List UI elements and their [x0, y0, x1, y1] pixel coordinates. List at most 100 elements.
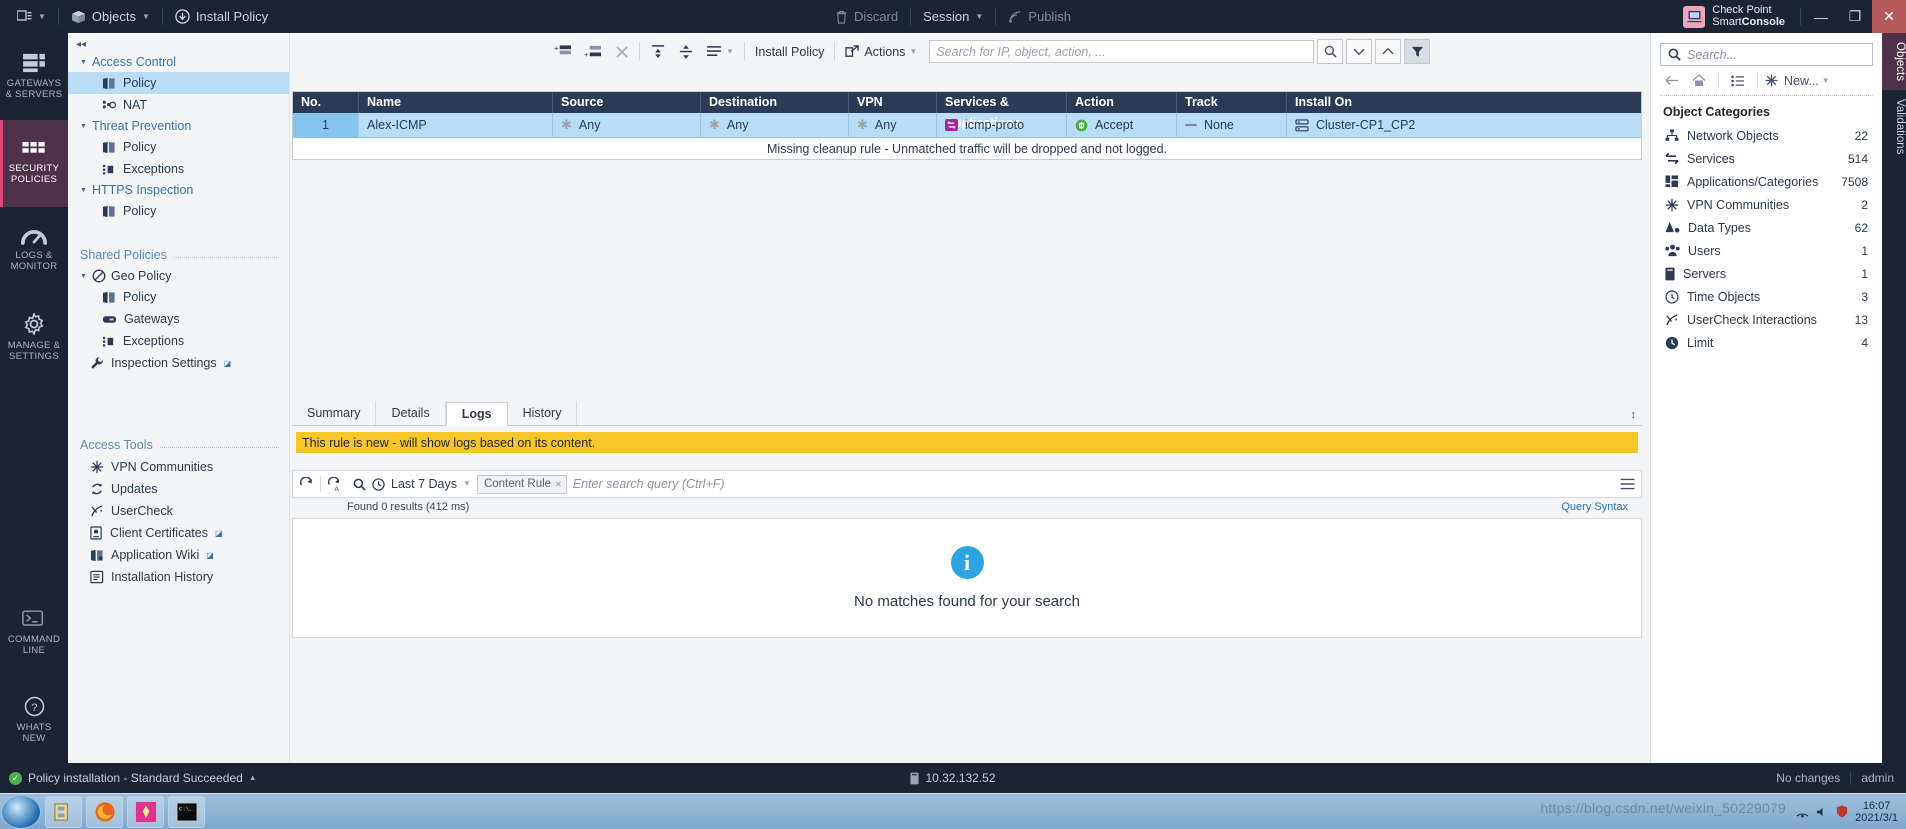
- rail-item-logs-monitor[interactable]: LOGS & MONITOR: [0, 207, 68, 294]
- session-menu-button[interactable]: Session ▼: [914, 4, 992, 29]
- tree-group-https-inspection[interactable]: ▼ HTTPS Inspection: [68, 180, 289, 200]
- tray-volume-icon[interactable]: [1816, 806, 1829, 818]
- category-servers[interactable]: Servers 1: [1651, 262, 1882, 285]
- refresh-logs-icon[interactable]: [299, 475, 314, 492]
- tree-group-access-control[interactable]: ▼ Access Control: [68, 52, 289, 72]
- current-user-label[interactable]: admin: [1861, 771, 1894, 785]
- back-arrow-icon[interactable]: [1660, 75, 1684, 86]
- tree-item-updates[interactable]: Updates: [68, 478, 289, 500]
- close-icon[interactable]: ✕: [555, 480, 562, 489]
- app-menu-button[interactable]: ▼: [8, 4, 55, 29]
- tab-history[interactable]: History: [508, 401, 578, 425]
- col-header-services[interactable]: Services & Applications: [937, 92, 1067, 130]
- tree-item-installation-history[interactable]: Installation History: [68, 566, 289, 588]
- category-users[interactable]: Users 1: [1651, 239, 1882, 262]
- cell-rule-name[interactable]: Alex-ICMP: [359, 113, 553, 137]
- tree-item-access-control-nat[interactable]: NAT: [68, 94, 289, 116]
- tree-item-geo-policy-policy[interactable]: Policy: [68, 286, 289, 308]
- discard-button[interactable]: Discard: [826, 4, 907, 29]
- category-limit[interactable]: Limit 4: [1651, 331, 1882, 354]
- col-header-vpn[interactable]: VPN: [849, 92, 937, 113]
- category-applications-categories[interactable]: Applications/Categories 7508: [1651, 170, 1882, 193]
- auto-refresh-icon[interactable]: A: [327, 475, 343, 493]
- tree-item-threat-prevention-policy[interactable]: Policy: [68, 136, 289, 158]
- col-header-no[interactable]: No.: [293, 92, 359, 113]
- category-usercheck-interactions[interactable]: UserCheck Interactions 13: [1651, 308, 1882, 331]
- rail-item-security-policies[interactable]: SECURITY POLICIES: [0, 120, 68, 207]
- actions-menu-button[interactable]: Actions ▼: [839, 39, 923, 65]
- tree-item-vpn-communities[interactable]: VPN Communities: [68, 456, 289, 478]
- tree-item-inspection-settings[interactable]: Inspection Settings ◪: [68, 352, 289, 374]
- media-taskbar-icon[interactable]: [127, 795, 164, 828]
- category-data-types[interactable]: Data Types 62: [1651, 216, 1882, 239]
- tree-group-threat-prevention[interactable]: ▼ Threat Prevention: [68, 116, 289, 136]
- cell-action[interactable]: Accept: [1067, 113, 1177, 137]
- cmd-taskbar-icon[interactable]: C:\_: [168, 795, 205, 828]
- content-rule-chip[interactable]: Content Rule ✕: [476, 474, 567, 494]
- home-icon[interactable]: [1687, 74, 1711, 87]
- rail-item-command-line[interactable]: COMMAND LINE: [0, 589, 68, 676]
- explorer-taskbar-icon[interactable]: [45, 795, 82, 828]
- col-header-name[interactable]: Name: [359, 92, 553, 113]
- list-view-icon[interactable]: [1726, 75, 1750, 87]
- add-rule-above-button[interactable]: +: [548, 39, 578, 65]
- taskbar-clock[interactable]: 16:07 2021/3/1: [1855, 800, 1898, 824]
- cell-destination[interactable]: ✱ Any: [701, 113, 849, 137]
- rail-item-gateways-servers[interactable]: GATEWAYS & SERVERS: [0, 33, 68, 120]
- firefox-taskbar-icon[interactable]: [86, 795, 123, 828]
- table-row[interactable]: 1 Alex-ICMP ✱ Any ✱ Any ✱ Any icmp-proto: [293, 113, 1641, 137]
- add-rule-below-button[interactable]: +: [578, 39, 608, 65]
- tab-details[interactable]: Details: [376, 401, 446, 425]
- category-services[interactable]: Services 514: [1651, 147, 1882, 170]
- tree-item-https-inspection-policy[interactable]: Policy: [68, 200, 289, 222]
- tree-item-geo-policy-gateways[interactable]: Gateways: [68, 308, 289, 330]
- category-vpn-communities[interactable]: VPN Communities 2: [1651, 193, 1882, 216]
- search-go-button[interactable]: [1317, 39, 1344, 64]
- tree-group-geo-policy[interactable]: ▼ Geo Policy: [68, 266, 289, 286]
- move-down-button[interactable]: [672, 39, 700, 65]
- object-search-input[interactable]: Search...: [1660, 43, 1873, 66]
- tab-logs[interactable]: Logs: [445, 402, 508, 426]
- rail-item-whats-new[interactable]: ? WHATS NEW: [0, 676, 68, 763]
- tree-item-usercheck[interactable]: UserCheck: [68, 500, 289, 522]
- category-network-objects[interactable]: Network Objects 22: [1651, 124, 1882, 147]
- tab-summary[interactable]: Summary: [292, 401, 377, 425]
- rule-search-input[interactable]: Search for IP, object, action, ...: [929, 40, 1315, 63]
- chevron-down-icon[interactable]: ▼: [1822, 76, 1830, 85]
- minimize-button[interactable]: —: [1804, 0, 1838, 33]
- col-header-source[interactable]: Source: [553, 92, 701, 113]
- start-button[interactable]: [1, 794, 41, 829]
- find-prev-button[interactable]: [1375, 39, 1402, 64]
- chevron-down-icon[interactable]: ▼: [463, 480, 471, 488]
- col-header-track[interactable]: Track: [1177, 92, 1287, 113]
- tray-network-icon[interactable]: [1796, 806, 1809, 818]
- vtab-objects[interactable]: Objects: [1882, 33, 1906, 90]
- tree-item-application-wiki[interactable]: Application Wiki ◪: [68, 544, 289, 566]
- time-range-label[interactable]: Last 7 Days: [391, 477, 457, 491]
- new-object-button[interactable]: New...: [1784, 74, 1819, 88]
- col-header-install-on[interactable]: Install On: [1287, 92, 1641, 113]
- vtab-validations[interactable]: Validations: [1882, 90, 1906, 163]
- panel-resize-handle[interactable]: ↕: [1631, 409, 1637, 421]
- find-next-button[interactable]: [1346, 39, 1373, 64]
- category-time-objects[interactable]: Time Objects 3: [1651, 285, 1882, 308]
- col-header-destination[interactable]: Destination: [701, 92, 849, 113]
- filter-button[interactable]: [1404, 39, 1431, 64]
- cell-track[interactable]: None: [1177, 113, 1287, 137]
- install-policy-top-button[interactable]: Install Policy: [166, 4, 277, 29]
- close-button[interactable]: ✕: [1872, 0, 1906, 33]
- install-policy-button[interactable]: Install Policy: [749, 39, 830, 65]
- tree-item-access-control-policy[interactable]: Policy: [68, 72, 289, 94]
- rail-item-manage-settings[interactable]: MANAGE & SETTINGS: [0, 294, 68, 381]
- objects-menu-button[interactable]: Objects ▼: [62, 4, 159, 29]
- cell-vpn[interactable]: ✱ Any: [849, 113, 937, 137]
- log-menu-icon[interactable]: [1620, 478, 1635, 490]
- tree-item-threat-prevention-exceptions[interactable]: Exceptions: [68, 158, 289, 180]
- col-header-action[interactable]: Action: [1067, 92, 1177, 113]
- cell-source[interactable]: ✱ Any: [553, 113, 701, 137]
- cell-services[interactable]: icmp-proto: [937, 113, 1067, 137]
- list-options-button[interactable]: ▼: [700, 39, 740, 65]
- tree-item-geo-policy-exceptions[interactable]: Exceptions: [68, 330, 289, 352]
- move-up-button[interactable]: [644, 39, 672, 65]
- log-query-input[interactable]: Enter search query (Ctrl+F): [573, 477, 1614, 491]
